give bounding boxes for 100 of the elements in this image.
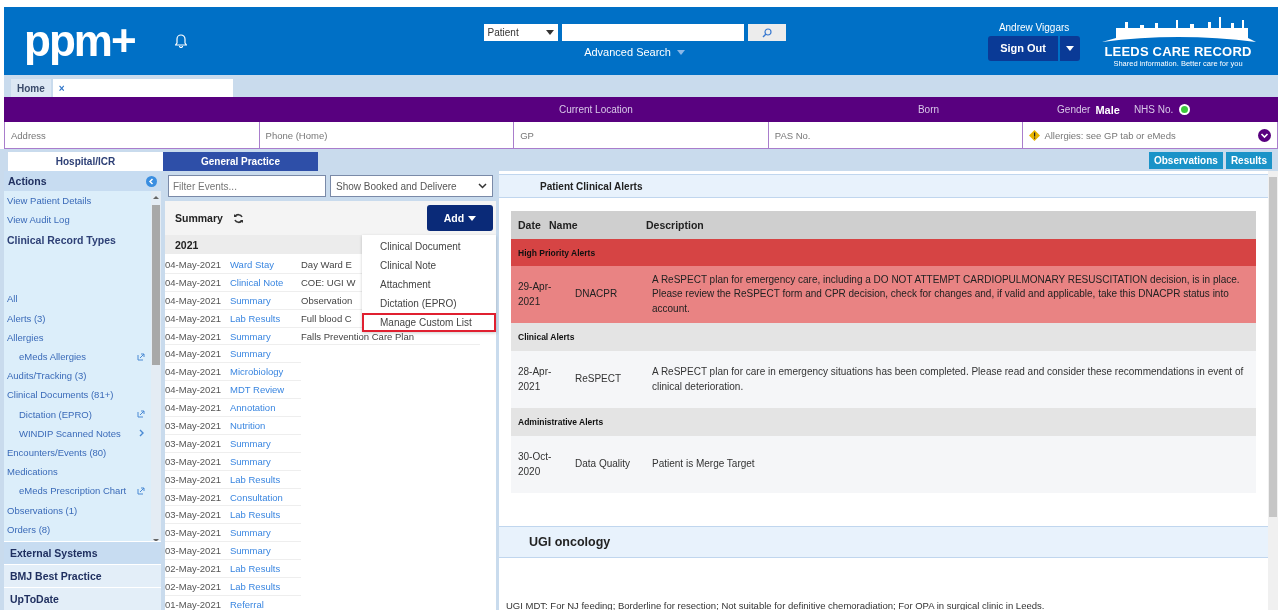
action-button[interactable]: Observations	[1148, 152, 1223, 169]
summary-title: Summary	[175, 212, 223, 224]
scrollbar[interactable]	[1268, 171, 1278, 610]
sidebar-link[interactable]: Audits/Tracking (3)	[7, 370, 87, 382]
event-type-link[interactable]: Lab Results	[230, 312, 301, 324]
sidebar-link[interactable]: WINDIP Scanned Notes	[19, 427, 121, 439]
menu-item[interactable]: Manage Custom List	[362, 313, 496, 332]
view-tab[interactable]: Hospital/ICR	[8, 152, 163, 171]
actions-header: Actions	[4, 171, 161, 191]
event-detail: Full blood C	[301, 312, 352, 324]
event-type-link[interactable]: Lab Results	[230, 563, 301, 575]
sidebar-link[interactable]: View Audit Log	[7, 214, 70, 226]
alert-group-header: Administrative Alerts	[511, 408, 1256, 436]
event-type-link[interactable]: Lab Results	[230, 509, 301, 521]
sidebar-link[interactable]: eMeds Prescription Chart	[19, 485, 127, 497]
column-header: Name	[549, 219, 579, 231]
bell-icon[interactable]	[174, 34, 187, 48]
sidebar-section[interactable]: UpToDate	[4, 587, 161, 610]
search-field[interactable]	[561, 24, 744, 41]
user-menu-button[interactable]	[1060, 35, 1080, 61]
event-date: 03-May-2021	[165, 527, 222, 539]
event-type-link[interactable]: Clinical Note	[230, 276, 301, 288]
event-date: 04-May-2021	[165, 312, 222, 324]
view-tab[interactable]: General Practice	[163, 152, 318, 171]
sidebar-link[interactable]: Allergies	[7, 331, 44, 343]
sidebar-link[interactable]: Medications	[7, 466, 58, 478]
refresh-icon[interactable]	[232, 212, 244, 224]
action-button[interactable]: Results	[1225, 152, 1272, 169]
field-label: Phone (Home)	[265, 129, 328, 141]
sidebar-link[interactable]: Orders (8)	[7, 523, 51, 535]
event-detail: Falls Prevention Care Plan	[301, 330, 414, 342]
document-tab[interactable]: ×	[52, 79, 233, 97]
event-date: 02-May-2021	[165, 580, 222, 592]
search-type-select[interactable]: Patient	[483, 24, 558, 41]
event-type-link[interactable]: Summary	[230, 348, 301, 360]
expand-icon[interactable]	[1257, 128, 1271, 142]
event-date: 03-May-2021	[165, 437, 222, 449]
sidebar-link[interactable]: Dictation (EPRO)	[19, 408, 92, 420]
event-date: 04-May-2021	[165, 294, 222, 306]
event-filter-select[interactable]: Show Booked and Delivere	[330, 175, 493, 197]
event-type-link[interactable]: Annotation	[230, 402, 301, 414]
sidebar-section[interactable]: BMJ Best Practice	[4, 564, 161, 587]
event-type-link[interactable]: Summary	[230, 527, 301, 539]
event-type-link[interactable]: Lab Results	[230, 580, 301, 592]
sidebar-link[interactable]: All	[7, 293, 18, 305]
event-date: 04-May-2021	[165, 330, 222, 342]
sidebar-link[interactable]: Encounters/Events (80)	[7, 446, 107, 458]
sidebar-link[interactable]: Clinical Documents (81+)	[7, 389, 114, 401]
event-type-link[interactable]: Summary	[230, 437, 301, 449]
event-date: 04-May-2021	[165, 384, 222, 396]
event-date: 01-May-2021	[165, 598, 222, 610]
event-date: 02-May-2021	[165, 563, 222, 575]
event-type-link[interactable]: Microbiology	[230, 366, 301, 378]
external-link-icon[interactable]	[137, 486, 145, 495]
sign-out-button[interactable]: Sign Out	[988, 35, 1058, 61]
collapse-icon[interactable]	[146, 175, 157, 187]
menu-item[interactable]: Clinical Note	[362, 256, 496, 275]
filter-field[interactable]: Filter Events...	[168, 175, 326, 197]
event-date: 04-May-2021	[165, 366, 222, 378]
event-type-link[interactable]: Summary	[230, 294, 301, 306]
field-label: Current Location	[559, 104, 633, 115]
event-date: 03-May-2021	[165, 509, 222, 521]
field-label: Allergies: see GP tab or eMeds	[1044, 129, 1176, 141]
section-heading: Clinical Record Types	[7, 233, 117, 249]
table-cell-text: Data Quality	[575, 457, 632, 472]
menu-item[interactable]: Dictation (EPRO)	[362, 294, 496, 313]
document-tab[interactable]: Home	[11, 79, 51, 97]
event-type-link[interactable]: Referral	[230, 598, 301, 610]
caret-icon	[468, 215, 477, 221]
table-cell-text: A ReSPECT plan for care in emergency situations has been completed. Please read and consider these recommendations in event of clinical deterioration.	[651, 365, 1245, 394]
sidebar-link[interactable]: View Patient Details	[7, 195, 92, 207]
add-button[interactable]: Add	[427, 205, 493, 231]
event-date: 03-May-2021	[165, 455, 222, 467]
event-type-link[interactable]: Nutrition	[230, 419, 301, 431]
event-date: 03-May-2021	[165, 473, 222, 485]
search-button[interactable]	[747, 24, 786, 41]
external-link-icon[interactable]	[137, 410, 145, 419]
event-type-link[interactable]: Summary	[230, 545, 301, 557]
sidebar-link[interactable]: eMeds Allergies	[19, 351, 87, 363]
sidebar-section[interactable]: External Systems	[4, 541, 161, 564]
chevron-right-icon[interactable]	[139, 429, 145, 438]
event-type-link[interactable]: Summary	[230, 455, 301, 467]
column-header: Date	[517, 219, 542, 231]
event-detail: Observation	[301, 294, 353, 306]
event-type-link[interactable]: Ward Stay	[230, 258, 301, 270]
caret-icon	[545, 30, 554, 35]
scrollbar[interactable]	[151, 191, 161, 541]
advanced-search-link[interactable]: Advanced Search	[584, 46, 685, 58]
menu-item[interactable]: Attachment	[362, 275, 496, 294]
sidebar-link[interactable]: Observations (1)	[7, 504, 78, 516]
event-type-link[interactable]: Consultation	[230, 491, 301, 503]
event-type-link[interactable]: Lab Results	[230, 473, 301, 485]
menu-item[interactable]: Clinical Document	[362, 237, 496, 256]
external-link-icon[interactable]	[137, 352, 145, 361]
close-icon[interactable]: ×	[58, 82, 65, 94]
event-type-link[interactable]: MDT Review	[230, 384, 301, 396]
field-label: PAS No.	[774, 129, 811, 141]
sidebar-link[interactable]: Alerts (3)	[7, 312, 46, 324]
field-label: Address	[11, 129, 46, 141]
event-type-link[interactable]: Summary	[230, 330, 301, 342]
